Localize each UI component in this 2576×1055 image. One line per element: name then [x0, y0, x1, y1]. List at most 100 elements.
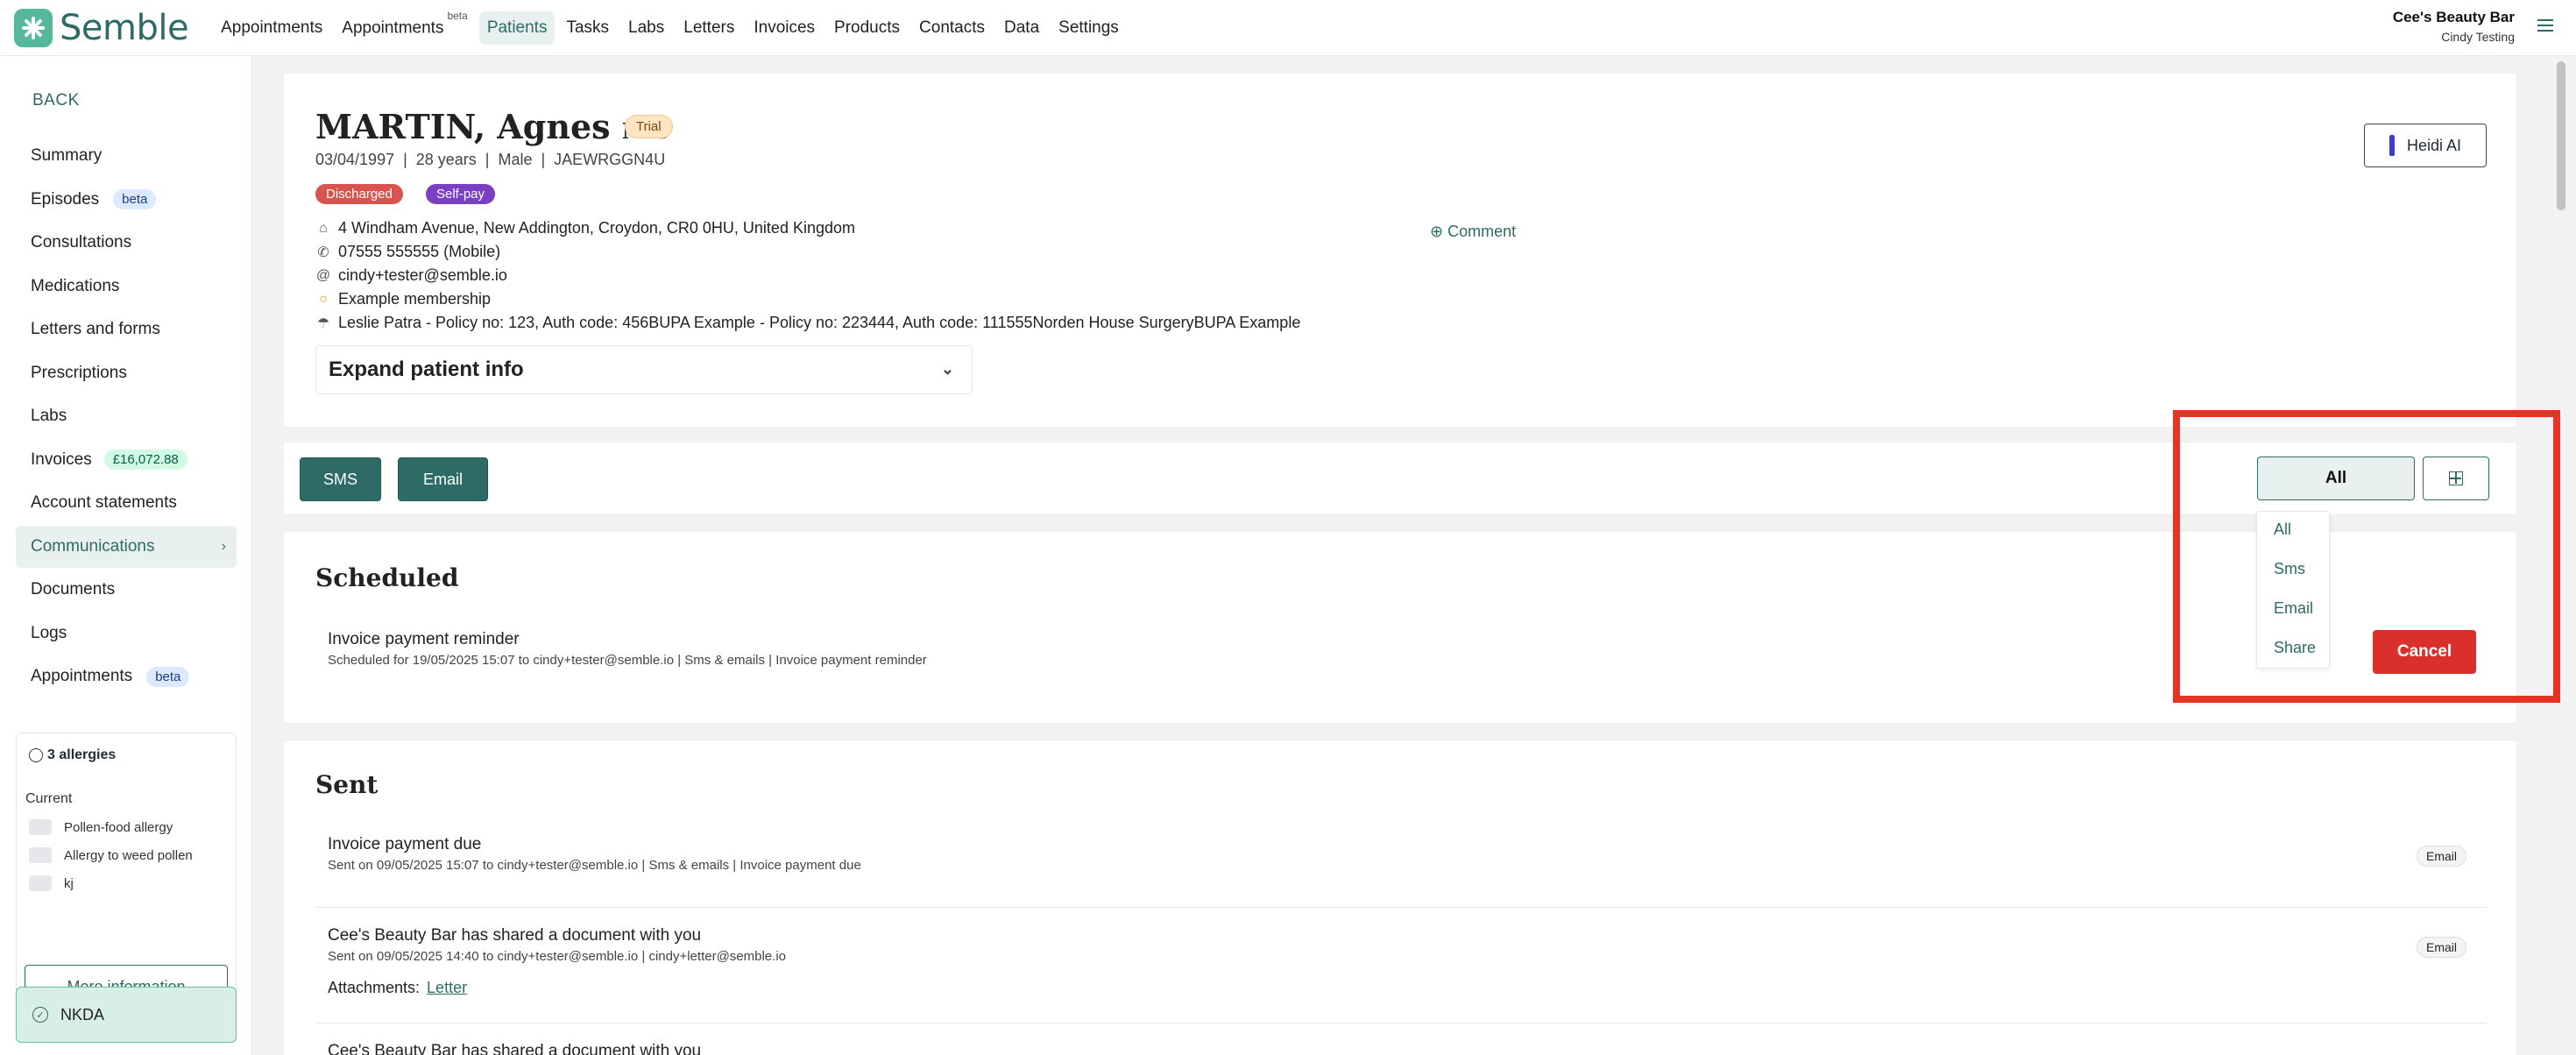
nkda-label: NKDA — [60, 1005, 105, 1023]
scheduled-title: Scheduled — [315, 563, 459, 592]
sidebar-item-logs[interactable]: Logs — [16, 612, 237, 655]
sidebar-item-label: Episodes — [31, 189, 100, 209]
allergy-swatch — [29, 819, 52, 835]
sent-message-title: Invoice payment due — [328, 835, 482, 853]
alert-clock-icon — [29, 748, 43, 762]
allergies-current-label: Current — [25, 791, 73, 806]
sms-button[interactable]: SMS — [300, 457, 381, 501]
sidebar-item-consultations[interactable]: Consultations — [16, 222, 237, 264]
phone-row: ✆ 07555 555555 (Mobile) — [315, 243, 500, 261]
sidebar-item-account-statements[interactable]: Account statements — [16, 482, 237, 524]
nav-appointments-beta[interactable]: Appointmentsbeta — [334, 10, 476, 45]
nav-appointments-beta-label: Appointments — [342, 18, 444, 38]
sidebar-item-summary[interactable]: Summary — [16, 135, 237, 177]
nav-tasks[interactable]: Tasks — [558, 11, 617, 45]
sidebar-item-labs[interactable]: Labs — [16, 395, 237, 437]
org-name: Cee's Beauty Bar — [2392, 9, 2515, 25]
sidebar-item-documents[interactable]: Documents — [16, 569, 237, 611]
top-navigation: Semble Appointments Appointmentsbeta Pat… — [0, 0, 2576, 56]
comment-label: Comment — [1447, 223, 1517, 240]
patient-meta: 03/04/1997 | 28 years | Male | JAEWRGGN4… — [315, 151, 666, 168]
channel-badge: Email — [2417, 937, 2467, 958]
nav-appointments[interactable]: Appointments — [213, 11, 330, 45]
allergies-panel: 3 allergies Current Pollen-food allergy … — [16, 733, 237, 1018]
nav-data[interactable]: Data — [996, 11, 1047, 45]
allergy-swatch — [29, 847, 52, 863]
email-text: cindy+tester@semble.io — [338, 266, 507, 284]
page-scrollbar[interactable] — [2555, 58, 2567, 1055]
nav-products[interactable]: Products — [826, 11, 908, 45]
insurance-row: ☂ Leslie Patra - Policy no: 123, Auth cod… — [315, 314, 1301, 332]
attachments-label: Attachments: — [328, 979, 421, 996]
org-switcher[interactable]: Cee's Beauty Bar Cindy Testing — [2393, 9, 2515, 44]
allergies-header: 3 allergies — [29, 747, 116, 763]
heidi-ai-button[interactable]: Heidi AI — [2364, 124, 2487, 167]
allergy-item: Pollen-food allergy — [29, 819, 173, 835]
sidebar-item-label: Medications — [31, 276, 120, 295]
sidebar-menu: Summary Episodes beta Consultations Medic… — [16, 135, 237, 699]
membership-icon: ○ — [319, 291, 328, 307]
allergy-item: Allergy to weed pollen — [29, 847, 193, 863]
nav-invoices[interactable]: Invoices — [746, 11, 823, 45]
allergy-swatch — [29, 875, 52, 891]
sent-message-title: Cee's Beauty Bar has shared a document w… — [328, 926, 702, 945]
scheduled-message-title: Invoice payment reminder — [328, 630, 520, 648]
sidebar-item-appointments[interactable]: Appointments beta — [16, 655, 237, 697]
umbrella-icon: ☂ — [316, 315, 330, 331]
add-comment-button[interactable]: ⊕ Comment — [1430, 223, 1516, 241]
email-button[interactable]: Email — [398, 457, 488, 501]
org-user: Cindy Testing — [2441, 30, 2515, 44]
beta-badge: beta — [113, 189, 157, 209]
sidebar-item-label: Invoices — [31, 450, 92, 469]
allergy-name: Pollen-food allergy — [64, 819, 173, 835]
sidebar-item-episodes[interactable]: Episodes beta — [16, 179, 237, 221]
nav-letters[interactable]: Letters — [676, 11, 742, 45]
chevron-right-icon: › — [221, 538, 226, 554]
nav-labs[interactable]: Labs — [620, 11, 672, 45]
logo-text: Semble — [60, 7, 189, 48]
beta-badge: beta — [146, 666, 190, 687]
row-divider — [315, 907, 2487, 908]
phone-icon: ✆ — [317, 244, 329, 260]
sidebar-item-label: Labs — [31, 407, 67, 425]
channel-badge: Email — [2417, 846, 2467, 867]
allergy-name: Allergy to weed pollen — [64, 847, 193, 863]
sent-message-details: Sent on 09/05/2025 15:07 to cindy+tester… — [328, 858, 861, 873]
attachment-link[interactable]: Letter — [427, 979, 467, 996]
address-text: 4 Windham Avenue, New Addington, Croydon… — [338, 219, 855, 237]
nav-settings[interactable]: Settings — [1051, 11, 1127, 45]
sent-message-details: Sent on 09/05/2025 14:40 to cindy+tester… — [328, 949, 786, 964]
heidi-label: Heidi AI — [2406, 136, 2462, 154]
check-circle-icon: ✓ — [32, 1007, 48, 1023]
sidebar-item-label: Logs — [31, 623, 67, 642]
address-row: ⌂ 4 Windham Avenue, New Addington, Croydo… — [315, 219, 855, 237]
at-icon: @ — [315, 267, 331, 283]
plus-circle-icon: ⊕ — [1430, 223, 1444, 240]
back-link[interactable]: BACK — [32, 91, 80, 110]
nkda-panel: ✓ NKDA — [16, 987, 237, 1043]
membership-row: ○ Example membership — [315, 290, 491, 308]
allergy-name: kj — [64, 875, 74, 891]
sent-section: Sent Invoice payment due Sent on 09/05/2… — [283, 740, 2517, 1055]
sidebar-item-invoices[interactable]: Invoices £16,072.88 — [16, 439, 237, 481]
sidebar-item-label: Summary — [31, 146, 103, 165]
discharged-tag: Discharged — [315, 184, 403, 204]
sidebar-item-medications[interactable]: Medications — [16, 266, 237, 308]
expand-label: Expand patient info — [329, 358, 524, 381]
hamburger-menu-icon[interactable] — [2537, 19, 2553, 35]
sidebar-item-letters-forms[interactable]: Letters and forms — [16, 308, 237, 350]
sent-title: Sent — [315, 770, 379, 799]
heidi-logo-icon — [2388, 135, 2395, 156]
scheduled-message-details: Scheduled for 19/05/2025 15:07 to cindy+… — [328, 653, 927, 668]
sidebar-item-prescriptions[interactable]: Prescriptions — [16, 352, 237, 394]
highlight-annotation — [2173, 410, 2560, 703]
trial-badge: Trial — [625, 115, 673, 138]
nav-patients[interactable]: Patients — [478, 11, 556, 45]
sidebar-item-communications[interactable]: Communications › — [16, 525, 237, 568]
expand-patient-info[interactable]: Expand patient info ⌄ — [315, 345, 973, 394]
scrollbar-thumb[interactable] — [2557, 61, 2565, 210]
nav-contacts[interactable]: Contacts — [911, 11, 993, 45]
beta-superscript: beta — [447, 10, 468, 23]
home-icon: ⌂ — [319, 220, 328, 236]
semble-logo[interactable]: Semble — [14, 7, 189, 48]
